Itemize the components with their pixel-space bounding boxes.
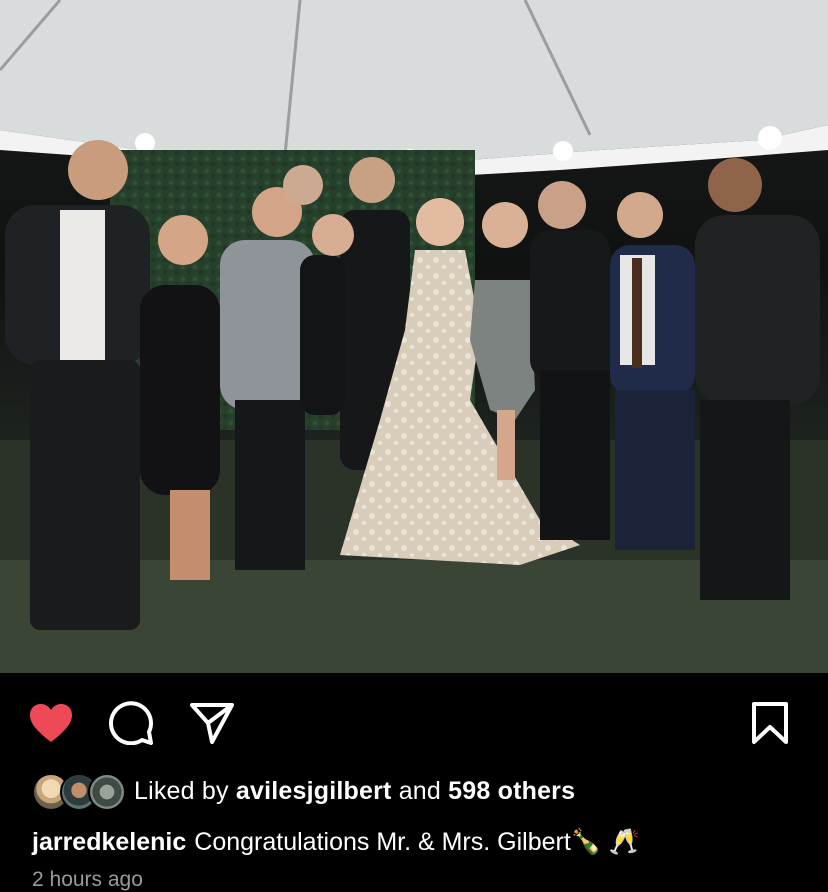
wedding-group-photo: [0, 0, 828, 673]
caption-username[interactable]: jarredkelenic: [32, 828, 186, 857]
avatar: [88, 773, 126, 811]
caption-text: Congratulations Mr. & Mrs. Gilbert🍾 🥂: [194, 827, 640, 856]
liked-by-user-link[interactable]: avilesjgilbert: [236, 777, 392, 805]
likes-text: Liked by avilesjgilbert and 598 others: [134, 777, 575, 806]
post-actions: [0, 673, 828, 773]
paper-plane-icon[interactable]: [189, 701, 235, 745]
comment-bubble-icon[interactable]: [109, 701, 155, 745]
heart-icon[interactable]: [28, 701, 74, 745]
post-caption: jarredkelenic Congratulations Mr. & Mrs.…: [32, 822, 808, 862]
liker-avatars: [32, 773, 126, 811]
post-timestamp: 2 hours ago: [32, 868, 143, 891]
liked-by-prefix: Liked by: [134, 776, 229, 805]
likes-summary[interactable]: Liked by avilesjgilbert and 598 others: [32, 771, 808, 811]
liked-by-count-link[interactable]: 598 others: [448, 777, 575, 805]
bookmark-icon[interactable]: [747, 701, 793, 745]
post-photo[interactable]: [0, 0, 828, 673]
liked-by-middle: and: [398, 776, 441, 805]
